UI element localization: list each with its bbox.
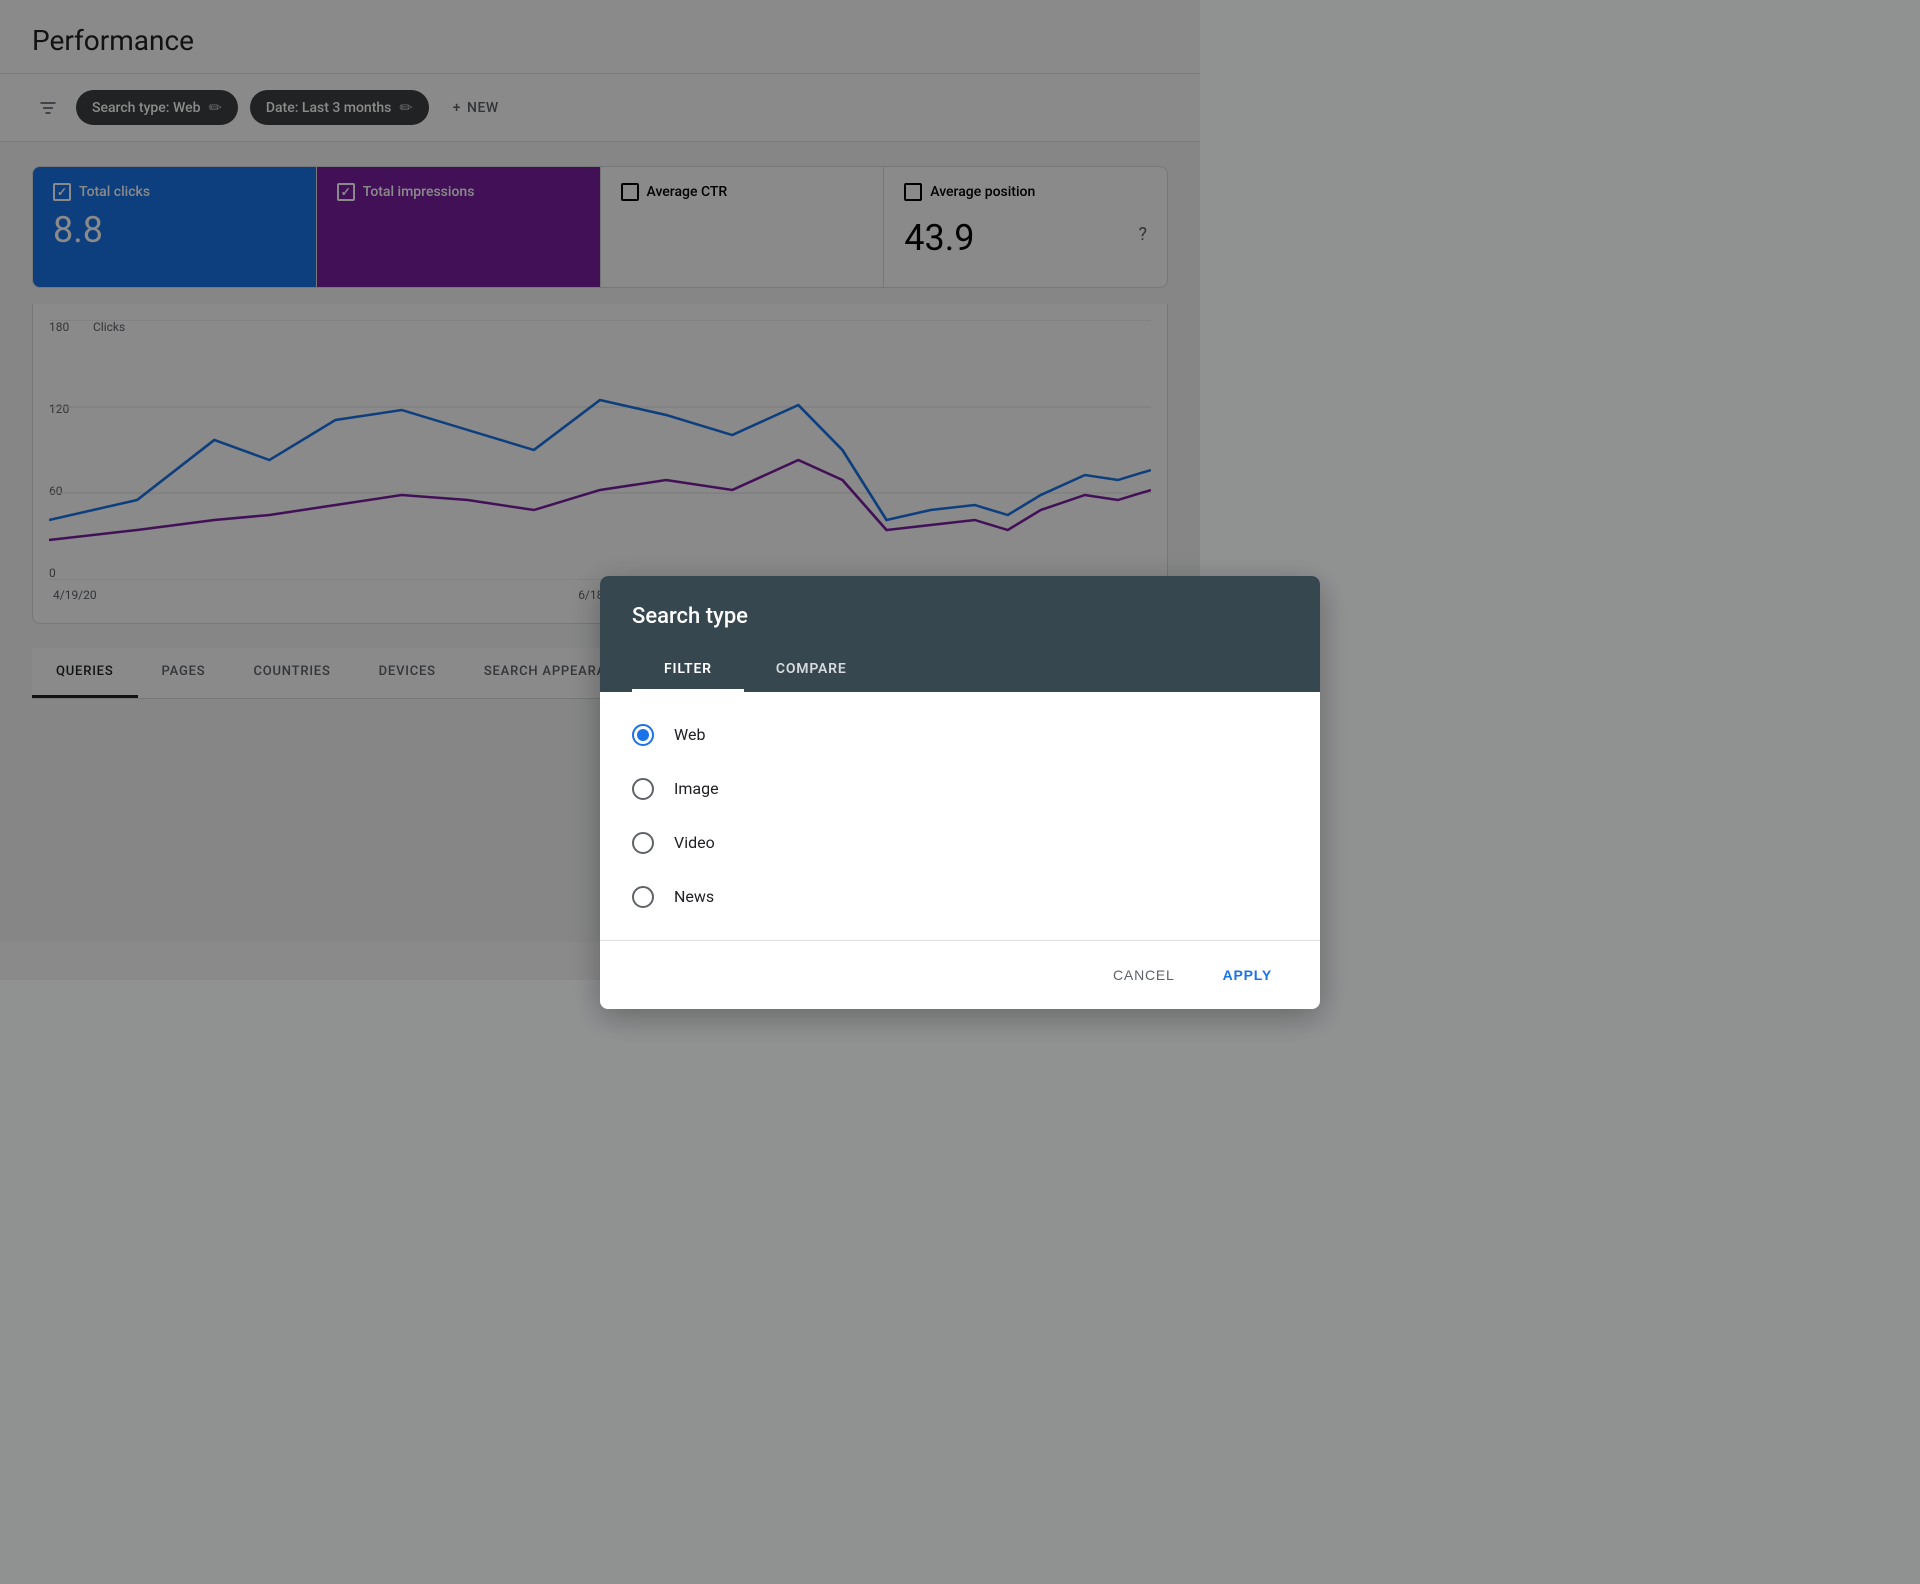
dialog-footer: CANCEL APPLY	[600, 940, 1320, 1009]
dialog-tab-filter[interactable]: FILTER	[632, 649, 744, 692]
radio-option-image[interactable]: Image	[632, 762, 1288, 816]
radio-image[interactable]	[632, 778, 654, 800]
radio-news[interactable]	[632, 886, 654, 908]
radio-web[interactable]	[632, 724, 654, 746]
dialog-tab-compare[interactable]: COMPARE	[744, 649, 879, 692]
radio-web-label: Web	[674, 725, 705, 744]
dialog-title: Search type	[632, 604, 1288, 629]
dialog-header: Search type FILTER COMPARE	[600, 576, 1320, 692]
radio-option-video[interactable]: Video	[632, 816, 1288, 870]
radio-video[interactable]	[632, 832, 654, 854]
cancel-button[interactable]: CANCEL	[1097, 957, 1191, 993]
modal-overlay: Search type FILTER COMPARE Web Image Vid…	[0, 0, 1920, 1584]
dialog-body: Web Image Video News	[600, 692, 1320, 940]
radio-image-label: Image	[674, 779, 719, 798]
apply-button[interactable]: APPLY	[1207, 957, 1288, 993]
radio-option-news[interactable]: News	[632, 870, 1288, 924]
radio-option-web[interactable]: Web	[632, 708, 1288, 762]
dialog-tabs: FILTER COMPARE	[632, 649, 1288, 692]
search-type-dialog: Search type FILTER COMPARE Web Image Vid…	[600, 576, 1320, 1009]
radio-news-label: News	[674, 887, 714, 906]
radio-video-label: Video	[674, 833, 715, 852]
